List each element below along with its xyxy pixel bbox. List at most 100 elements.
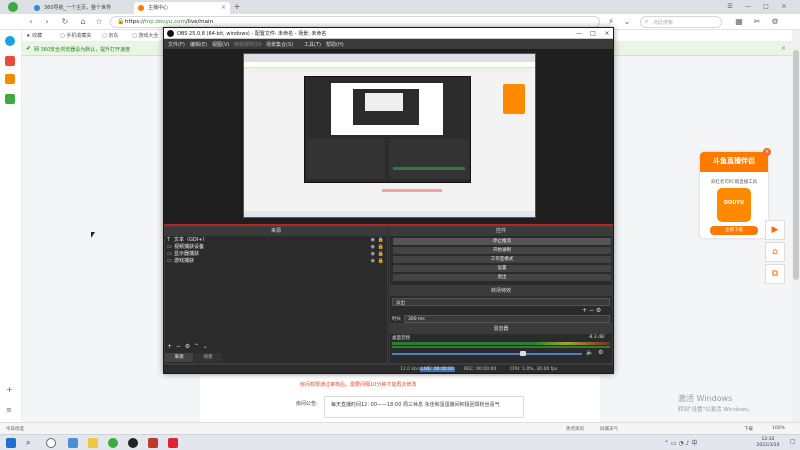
announce-textarea[interactable]: 每天直播时间12: 00——18:00 周三休息 永佳和蛋蛋播间积极回馈粉丝喜气	[324, 396, 524, 418]
close-window-icon[interactable]: ×	[778, 2, 790, 12]
obs-preview-area[interactable]	[164, 49, 613, 224]
forward-icon[interactable]: ›	[42, 17, 52, 27]
new-tab-button[interactable]: +	[232, 2, 242, 12]
sidebar-game-icon[interactable]	[5, 74, 15, 84]
start-recording-button[interactable]: 开始录制	[392, 246, 612, 255]
move-up-icon[interactable]: ⌃	[194, 343, 199, 350]
minimize-icon[interactable]: —	[742, 2, 754, 12]
status-daily-picks[interactable]: 今日优选	[6, 426, 24, 432]
tab-anchor-center[interactable]: 主播中心 ×	[134, 2, 230, 14]
visibility-eye-icon[interactable]: ◉	[371, 244, 375, 250]
taskbar-clock[interactable]: 12:32 2022/3/24	[748, 437, 788, 449]
sidebar-menu-icon[interactable]: ≡	[6, 406, 12, 414]
obs-preview-canvas[interactable]	[243, 53, 536, 218]
close-promo-icon[interactable]: ×	[763, 148, 771, 156]
volume-slider-handle[interactable]	[520, 351, 526, 356]
play-icon[interactable]: ▶	[765, 220, 785, 240]
status-hot-news[interactable]: 热点资讯	[566, 426, 584, 432]
status-download[interactable]: 下载	[744, 426, 753, 432]
scrollbar-thumb[interactable]	[793, 50, 799, 280]
windows-start-icon[interactable]	[6, 438, 16, 448]
settings-icon[interactable]: ⚙	[770, 17, 780, 27]
task-view-icon[interactable]	[46, 438, 56, 448]
back-icon[interactable]: ‹	[26, 17, 36, 27]
exit-button[interactable]: 退出	[392, 273, 612, 282]
search-taskbar-icon[interactable]: ⌕	[26, 438, 30, 448]
menu-help[interactable]: 帮助(H)	[326, 41, 344, 48]
move-down-icon[interactable]: ⌄	[203, 343, 208, 350]
add-source-icon[interactable]: +	[167, 343, 172, 350]
obs-taskbar-icon[interactable]	[128, 438, 138, 448]
remove-transition-icon[interactable]: −	[589, 307, 594, 314]
menu-docks[interactable]: 停靠部件(D)	[234, 41, 262, 48]
share-icon[interactable]: ⧉	[765, 264, 785, 284]
stop-streaming-button[interactable]: 停止推流	[392, 237, 612, 246]
lightning-icon[interactable]: ⚡	[606, 17, 616, 27]
studio-mode-button[interactable]: 工作室模式	[392, 255, 612, 264]
status-weather[interactable]: 同城天气	[600, 426, 618, 432]
menu-tools[interactable]: 工具(T)	[304, 41, 321, 48]
browser-taskbar-icon[interactable]	[108, 438, 118, 448]
refresh-icon[interactable]: ↻	[60, 17, 70, 27]
home-side-icon[interactable]: ⌂	[765, 242, 785, 262]
bookmark-item[interactable]: ▢ 手机收藏夹	[60, 32, 91, 39]
lock-source-icon[interactable]: 🔒	[378, 244, 384, 250]
obs-minimize-icon[interactable]: —	[573, 29, 585, 38]
taskbar-app-icon[interactable]	[68, 438, 78, 448]
search-box[interactable]: ⌕ 点此搜索	[640, 16, 722, 28]
obs-maximize-icon[interactable]: □	[587, 29, 599, 38]
taskbar-app2-icon[interactable]	[148, 438, 158, 448]
menu-edit[interactable]: 编辑(E)	[190, 41, 207, 48]
sidebar-add-icon[interactable]: +	[6, 385, 13, 394]
source-item[interactable]: ▭ 游戏捕获	[167, 258, 194, 265]
menu-scene-collection[interactable]: 场景集合(S)	[266, 41, 293, 48]
notification-icon[interactable]: ▢	[790, 438, 796, 445]
speaker-icon[interactable]: 🔈	[586, 349, 593, 356]
extension-icon[interactable]: ✂	[752, 17, 762, 27]
visibility-eye-icon[interactable]: ◉	[371, 258, 375, 264]
transition-select[interactable]: 淡出	[392, 298, 610, 306]
visibility-eye-icon[interactable]: ◉	[371, 237, 375, 243]
menu-view[interactable]: 视图(V)	[212, 41, 229, 48]
obs-close-icon[interactable]: ×	[601, 29, 613, 38]
remove-source-icon[interactable]: −	[176, 343, 181, 350]
duration-input[interactable]: 300 ms	[404, 315, 610, 323]
bookmark-item[interactable]: ▢ 京东	[102, 32, 118, 39]
favorite-icon[interactable]: ☆	[94, 17, 104, 27]
volume-slider[interactable]	[392, 353, 582, 355]
tab-360-nav[interactable]: 360导航_一个主页，整个世界	[30, 2, 130, 14]
dropdown-icon[interactable]: ⌄	[622, 17, 632, 27]
status-zoom[interactable]: 100%	[772, 426, 785, 431]
page-scrollbar[interactable]	[792, 30, 800, 434]
close-notice-icon[interactable]: ×	[781, 45, 786, 52]
menu-icon[interactable]: ☰	[724, 2, 736, 12]
sidebar-mail-icon[interactable]	[5, 94, 15, 104]
close-tab-icon[interactable]: ×	[221, 2, 226, 14]
source-item[interactable]: ▭ 视频捕获设备	[167, 244, 204, 251]
file-explorer-icon[interactable]	[88, 438, 98, 448]
taskbar-app3-icon[interactable]	[168, 438, 178, 448]
bookmark-item[interactable]: ★ 收藏	[26, 32, 42, 39]
settings-button[interactable]: 设置	[392, 264, 612, 273]
download-button[interactable]: 立即下载	[710, 226, 758, 235]
menu-file[interactable]: 文件(F)	[168, 41, 185, 48]
source-settings-icon[interactable]: ⚙	[185, 343, 190, 350]
lock-source-icon[interactable]: 🔒	[378, 258, 384, 264]
mixer-settings-icon[interactable]: ⚙	[598, 349, 603, 356]
source-item[interactable]: ▭ 显示器捕获	[167, 251, 199, 258]
home-icon[interactable]: ⌂	[78, 17, 88, 27]
add-transition-icon[interactable]: +	[582, 307, 587, 314]
lock-source-icon[interactable]: 🔒	[378, 251, 384, 257]
sidebar-weibo-icon[interactable]	[5, 56, 15, 66]
tray-icons[interactable]: ⌃ ▭ ◔ ♪ 中	[664, 438, 697, 447]
tab-scenes[interactable]: 场景	[194, 353, 222, 362]
visibility-eye-icon[interactable]: ◉	[371, 251, 375, 257]
source-item[interactable]: T 文本（GDI+）	[167, 237, 207, 244]
grid-icon[interactable]: ▦	[734, 17, 744, 27]
tab-sources[interactable]: 来源	[165, 353, 193, 362]
transition-settings-icon[interactable]: ⚙	[596, 307, 601, 314]
bookmark-item[interactable]: ▢ 游戏大全	[132, 32, 158, 39]
lock-source-icon[interactable]: 🔒	[378, 237, 384, 243]
maximize-icon[interactable]: □	[760, 2, 772, 12]
sidebar-app-icon[interactable]	[5, 36, 15, 46]
